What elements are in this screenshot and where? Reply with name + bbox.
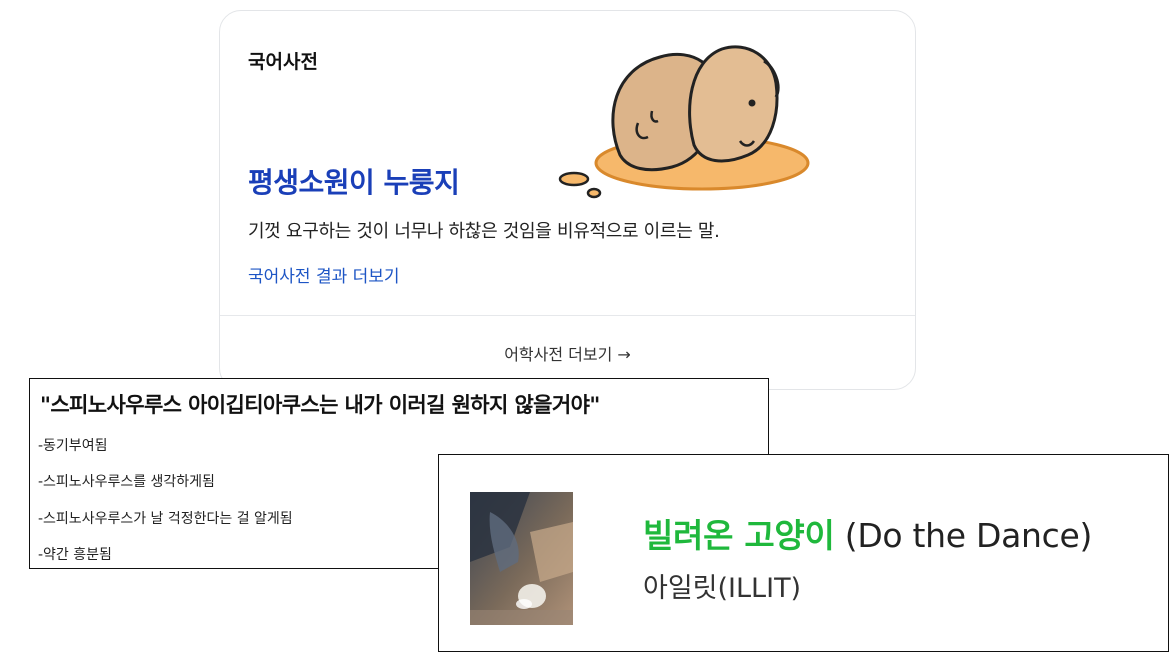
song-artist[interactable]: 아일릿(ILLIT) [643,566,801,605]
puppy-bun-illustration [558,45,810,199]
song-title-korean: 빌려온 고양이 [643,516,835,555]
dictionary-label: 국어사전 [248,51,318,73]
quote-line: -동기부여됨 [38,438,108,454]
dictionary-card: 국어사전 평생소원이 누룽지 기껏 요구하는 것이 너무나 하찮은 것임을 비유… [219,10,916,390]
dictionary-more-results-link[interactable]: 국어사전 결과 더보기 [248,262,400,287]
language-dictionary-more-button[interactable]: 어학사전 더보기 → [220,341,915,365]
quote-line: -스피노사우루스를 생각하게됨 [38,474,215,490]
quote-title: "스피노사우루스 아이깁티아쿠스는 내가 이러길 원하지 않을거야" [40,393,600,417]
song-card: 빌려온 고양이 (Do the Dance) 아일릿(ILLIT) [438,454,1169,652]
album-cover[interactable] [470,492,573,625]
dictionary-definition: 기껏 요구하는 것이 너무나 하찮은 것임을 비유적으로 이르는 말. [248,221,720,242]
song-title-english: (Do the Dance) [834,516,1093,555]
quote-line: -스피노사우루스가 날 걱정한다는 걸 알게됨 [38,511,293,527]
song-title[interactable]: 빌려온 고양이 (Do the Dance) [643,509,1092,557]
dictionary-headword[interactable]: 평생소원이 누룽지 [248,161,460,201]
divider [220,315,915,316]
quote-line: -약간 흥분됨 [38,547,112,563]
